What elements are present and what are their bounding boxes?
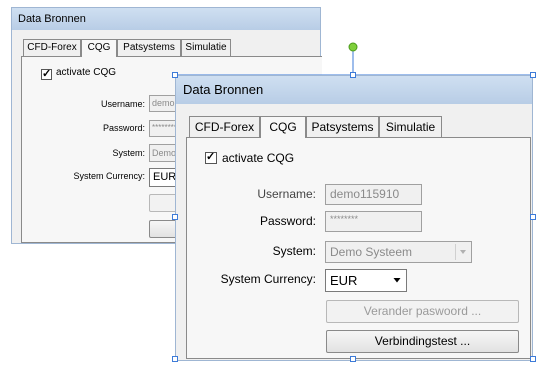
front-system-label: System: <box>272 244 316 258</box>
selection-handle-bottom-right[interactable] <box>530 356 536 362</box>
chevron-down-icon <box>455 244 469 260</box>
front-activate-checkbox[interactable] <box>205 150 217 164</box>
selection-handle-top[interactable] <box>350 72 356 78</box>
front-tabstrip: CFD-Forex CQG Patsystems Simulatie <box>176 116 532 138</box>
front-password-label: Password: <box>259 214 316 228</box>
front-tab-patsystems[interactable]: Patsystems <box>306 116 379 138</box>
front-currency-label: System Currency: <box>220 272 316 286</box>
front-tab-cqg[interactable]: CQG <box>260 116 306 138</box>
front-system-dropdown[interactable]: Demo Systeem <box>325 241 472 263</box>
selection-handle-bottom[interactable] <box>350 356 356 362</box>
front-username-field[interactable]: demo115910 <box>325 184 422 205</box>
front-tab-cfd-forex[interactable]: CFD-Forex <box>189 116 260 138</box>
selection-handle-top-right[interactable] <box>530 72 536 78</box>
selection-handle-bottom-left[interactable] <box>172 356 178 362</box>
front-system-value: Demo Systeem <box>330 245 413 259</box>
front-dialog-window: Data Bronnen CFD-Forex CQG Patsystems Si… <box>175 75 533 361</box>
front-change-password-button[interactable]: Verander paswoord ... <box>326 300 519 323</box>
selection-handle-left[interactable] <box>172 214 178 220</box>
front-connection-test-button[interactable]: Verbindingstest ... <box>326 330 519 353</box>
chevron-down-icon <box>390 272 404 289</box>
back-tab-cqg[interactable]: CQG <box>81 39 117 57</box>
front-dialog-title: Data Bronnen <box>176 76 532 104</box>
front-tabpanel: activate CQG Username: demo115910 Passwo… <box>186 137 531 359</box>
rotate-handle[interactable] <box>348 42 358 52</box>
front-password-field[interactable]: ******** <box>325 211 422 232</box>
front-tab-simulatie[interactable]: Simulatie <box>379 116 442 138</box>
front-currency-value: EUR <box>330 273 358 288</box>
front-currency-dropdown[interactable]: EUR <box>325 269 407 292</box>
selection-handle-right[interactable] <box>530 214 536 220</box>
selection-handle-top-left[interactable] <box>172 72 178 78</box>
front-activate-label: activate CQG <box>222 151 295 165</box>
front-username-label: Username: <box>257 187 316 201</box>
